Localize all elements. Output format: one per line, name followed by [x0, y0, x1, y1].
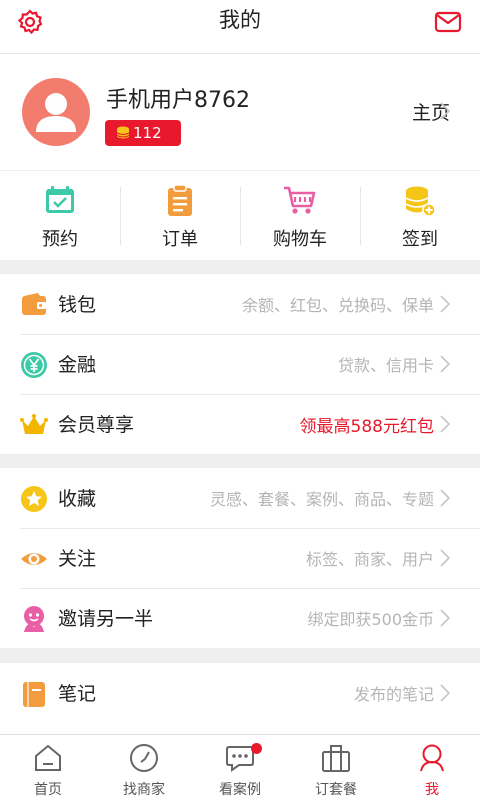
- quick-action-checkin[interactable]: 签到: [360, 171, 480, 260]
- menu-row-label: 收藏: [58, 488, 97, 510]
- tab-label: 看案例: [219, 782, 261, 798]
- bottom-tab-bar: 首页 找商家 看案例 订套餐 我: [0, 734, 480, 800]
- couple-icon: [24, 606, 44, 632]
- menu-row-label: 钱包: [58, 294, 97, 316]
- avatar[interactable]: [22, 78, 90, 146]
- chevron-right-icon: [440, 415, 450, 433]
- menu-row-desc: 标签、商家、用户: [305, 550, 434, 569]
- quick-actions: 预约 订单 购物车 签到: [0, 170, 480, 260]
- menu-row-finance[interactable]: 金融 贷款、信用卡: [0, 334, 480, 394]
- menu-row-label: 邀请另一半: [58, 608, 154, 630]
- chevron-right-icon: [440, 355, 450, 373]
- quick-action-label: 签到: [402, 229, 438, 250]
- chevron-right-icon: [440, 295, 450, 313]
- menu-row-label: 笔记: [58, 683, 97, 705]
- menu-group-social: 收藏 灵感、套餐、案例、商品、专题 关注 标签、商家、用户 邀请另一半 绑定即获…: [0, 468, 480, 648]
- notification-dot: [251, 743, 262, 754]
- mail-icon[interactable]: [434, 10, 462, 34]
- person-icon: [420, 744, 444, 772]
- shopping-cart-icon: [284, 186, 316, 214]
- page-title: 我的: [219, 8, 261, 32]
- coin-icon: [116, 126, 130, 139]
- profile-card[interactable]: 手机用户8762 112 主页: [0, 54, 480, 170]
- tab-label: 找商家: [123, 782, 165, 798]
- menu-row-desc: 贷款、信用卡: [337, 356, 434, 375]
- menu-row-desc: 发布的笔记: [353, 685, 434, 704]
- clipboard-icon: [168, 185, 192, 216]
- menu-row-label: 金融: [58, 354, 97, 376]
- default-avatar-icon: [36, 93, 76, 132]
- quick-action-label: 订单: [162, 229, 198, 250]
- quick-action-cart[interactable]: 购物车: [240, 171, 360, 260]
- chevron-right-icon: [440, 684, 450, 702]
- chevron-right-icon: [440, 489, 450, 507]
- menu-row-favorites[interactable]: 收藏 灵感、套餐、案例、商品、专题: [0, 468, 480, 528]
- quick-action-orders[interactable]: 订单: [120, 171, 240, 260]
- wallet-icon: [22, 293, 46, 315]
- package-icon: [322, 745, 350, 772]
- home-icon: [35, 744, 61, 771]
- tab-label: 我: [425, 782, 439, 798]
- crown-icon: [20, 414, 48, 434]
- tab-find-merchant[interactable]: 找商家: [96, 735, 192, 800]
- eye-icon: [21, 553, 47, 565]
- yen-icon: [21, 352, 47, 378]
- menu-row-label: 会员尊享: [58, 414, 135, 436]
- notebook-icon: [23, 682, 45, 707]
- menu-group-notes: 笔记 发布的笔记: [0, 663, 480, 734]
- tab-label: 订套餐: [315, 782, 357, 798]
- menu-row-wallet[interactable]: 钱包 余额、红包、兑换码、保单: [0, 274, 480, 334]
- star-icon: [21, 486, 47, 512]
- tab-packages[interactable]: 订套餐: [288, 735, 384, 800]
- username: 手机用户8762: [106, 88, 250, 113]
- coin-balance-badge[interactable]: 112: [105, 120, 181, 146]
- menu-row-following[interactable]: 关注 标签、商家、用户: [0, 528, 480, 588]
- menu-row-desc: 绑定即获500金币: [307, 610, 434, 629]
- chevron-right-icon: [440, 609, 450, 627]
- menu-group-finance: 钱包 余额、红包、兑换码、保单 金融 贷款、信用卡 会员尊享 领最高588元红包: [0, 274, 480, 454]
- menu-row-promo: 领最高588元红包: [299, 417, 434, 437]
- chevron-right-icon: [440, 549, 450, 567]
- menu-row-label: 关注: [58, 548, 97, 570]
- coin-stack-icon: [405, 186, 436, 217]
- top-header: 我的: [0, 0, 480, 54]
- coin-count: 112: [133, 124, 162, 142]
- compass-icon: [130, 744, 158, 772]
- menu-row-invite-partner[interactable]: 邀请另一半 绑定即获500金币: [0, 588, 480, 648]
- tab-home[interactable]: 首页: [0, 735, 96, 800]
- quick-action-label: 购物车: [273, 229, 327, 250]
- menu-row-desc: 灵感、套餐、案例、商品、专题: [209, 490, 434, 509]
- tab-label: 首页: [34, 782, 62, 798]
- menu-row-vip[interactable]: 会员尊享 领最高588元红包: [0, 394, 480, 454]
- tab-me[interactable]: 我: [384, 735, 480, 800]
- menu-row-desc: 余额、红包、兑换码、保单: [241, 296, 434, 315]
- quick-action-label: 预约: [42, 229, 78, 250]
- chevron-right-icon: [440, 102, 450, 120]
- menu-row-notes[interactable]: 笔记 发布的笔记: [0, 663, 480, 723]
- calendar-icon: [46, 186, 74, 213]
- quick-action-appointment[interactable]: 预约: [0, 171, 120, 260]
- tab-cases[interactable]: 看案例: [192, 735, 288, 800]
